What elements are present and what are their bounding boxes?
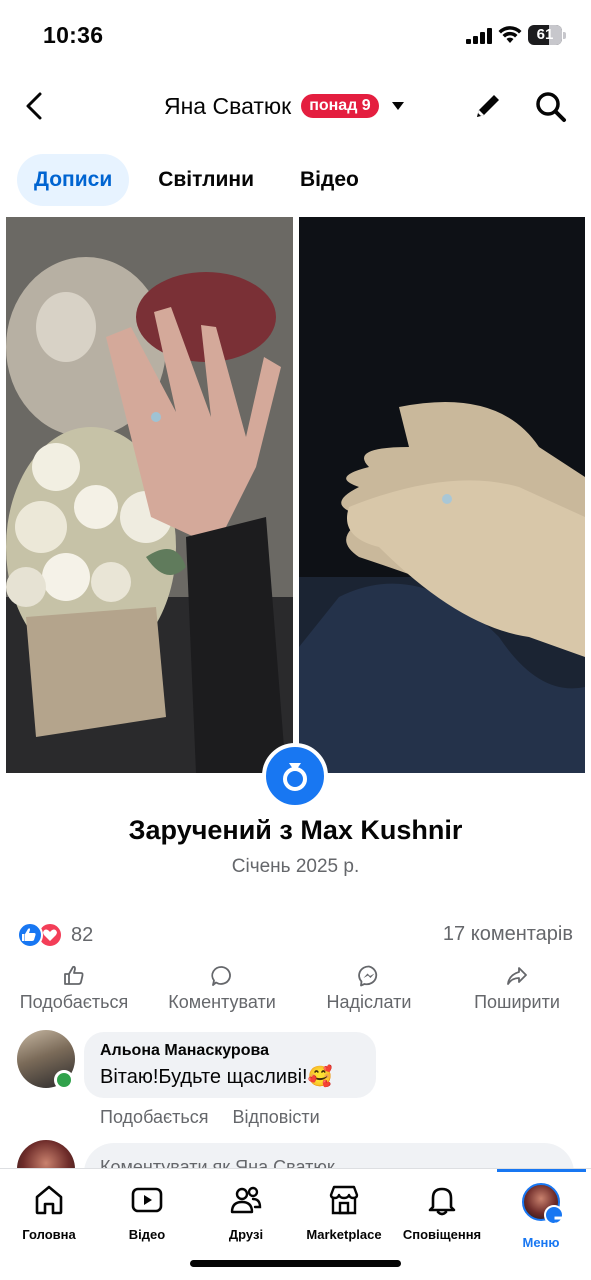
status-bar: 10:36 61: [0, 0, 591, 70]
battery-level: 61: [536, 26, 554, 43]
send-label: Надіслати: [326, 992, 412, 1012]
ring-event-icon: [262, 743, 328, 809]
chevron-down-icon[interactable]: [391, 101, 405, 111]
home-icon: [35, 1185, 63, 1215]
menu-icon: [544, 1205, 572, 1232]
comment-button[interactable]: Коментувати: [158, 964, 286, 1018]
battery-indicator: 61: [528, 25, 566, 45]
nav-friends-label: Друзі: [228, 1227, 264, 1242]
back-icon[interactable]: [18, 88, 52, 124]
nav-video-label: Відео: [128, 1227, 166, 1242]
life-event-date: Січень 2025 р.: [231, 856, 360, 877]
comment-bubble[interactable]: Альона Манаскурова Вітаю!Будьте щасливі!…: [84, 1032, 376, 1098]
profile-name: Яна Сватюк: [164, 92, 292, 119]
engagement-photo-right[interactable]: [299, 217, 585, 773]
nav-home[interactable]: Головна: [0, 1183, 99, 1242]
photo-hand-bouquet: [6, 217, 293, 773]
marketplace-icon: [329, 1185, 359, 1215]
nav-video[interactable]: Відео: [97, 1183, 197, 1242]
life-event-title: Заручений з Max Kushnir: [128, 815, 463, 845]
nav-notifications[interactable]: Сповіщення: [392, 1183, 492, 1242]
wifi-icon: [498, 26, 522, 43]
cellular-signal-icon: [466, 28, 492, 44]
comment-reply-link[interactable]: Відповісти: [233, 1107, 320, 1128]
comment-icon: [211, 966, 231, 986]
comment-author[interactable]: Альона Манаскурова: [100, 1042, 360, 1060]
tab-photos[interactable]: Світлини: [141, 154, 271, 206]
home-indicator: [190, 1260, 401, 1267]
comment-actions: Подобається Відповісти: [100, 1107, 344, 1128]
tab-videos[interactable]: Відео: [283, 154, 376, 206]
share-icon: [507, 967, 527, 985]
edit-icon[interactable]: [472, 90, 504, 122]
profile-switcher[interactable]: Яна Сватюк понад 9: [164, 90, 405, 122]
nav-marketplace-label: Marketplace: [306, 1227, 382, 1242]
active-tab-indicator: [497, 1169, 586, 1172]
profile-tabs: Дописи Світлини Відео: [17, 154, 388, 206]
nav-friends[interactable]: Друзі: [196, 1183, 296, 1242]
nav-marketplace[interactable]: Marketplace: [294, 1183, 394, 1242]
reactions-count: 82: [71, 923, 94, 946]
photo-hands-ring: [299, 217, 585, 773]
nav-home-label: Головна: [22, 1227, 76, 1242]
menu-avatar: [522, 1183, 572, 1232]
search-icon[interactable]: [534, 90, 568, 124]
friends-icon: [230, 1186, 262, 1214]
comments-count[interactable]: 17 коментарів: [443, 923, 573, 946]
comment-text: Вітаю!Будьте щасливі!🥰: [100, 1066, 333, 1088]
nav-menu[interactable]: Меню: [491, 1183, 591, 1250]
messenger-icon: [358, 965, 378, 987]
like-button[interactable]: Подобається: [10, 964, 138, 1018]
nav-notifications-label: Сповіщення: [402, 1227, 482, 1242]
status-time: 10:36: [43, 22, 104, 48]
video-icon: [131, 1187, 163, 1213]
share-label: Поширити: [474, 992, 560, 1012]
like-reaction-icon: [17, 922, 43, 948]
share-button[interactable]: Поширити: [462, 964, 572, 1018]
engagement-photo-left[interactable]: [6, 217, 293, 773]
thumbs-up-icon: [64, 965, 84, 985]
profile-header: Яна Сватюк понад 9: [0, 78, 591, 134]
send-button[interactable]: Надіслати: [315, 964, 423, 1018]
reactions-summary[interactable]: 82: [17, 920, 93, 950]
bell-icon: [428, 1187, 456, 1216]
online-status-icon: [54, 1070, 74, 1090]
like-label: Подобається: [19, 992, 129, 1012]
comment-label: Коментувати: [168, 992, 276, 1012]
comment-like-link[interactable]: Подобається: [100, 1107, 209, 1128]
post-actions: Подобається Коментувати Надіслати Пошири…: [0, 964, 591, 1018]
post-photos: [6, 217, 585, 773]
tab-posts[interactable]: Дописи: [17, 154, 130, 206]
notification-badge: понад 9: [301, 94, 379, 118]
